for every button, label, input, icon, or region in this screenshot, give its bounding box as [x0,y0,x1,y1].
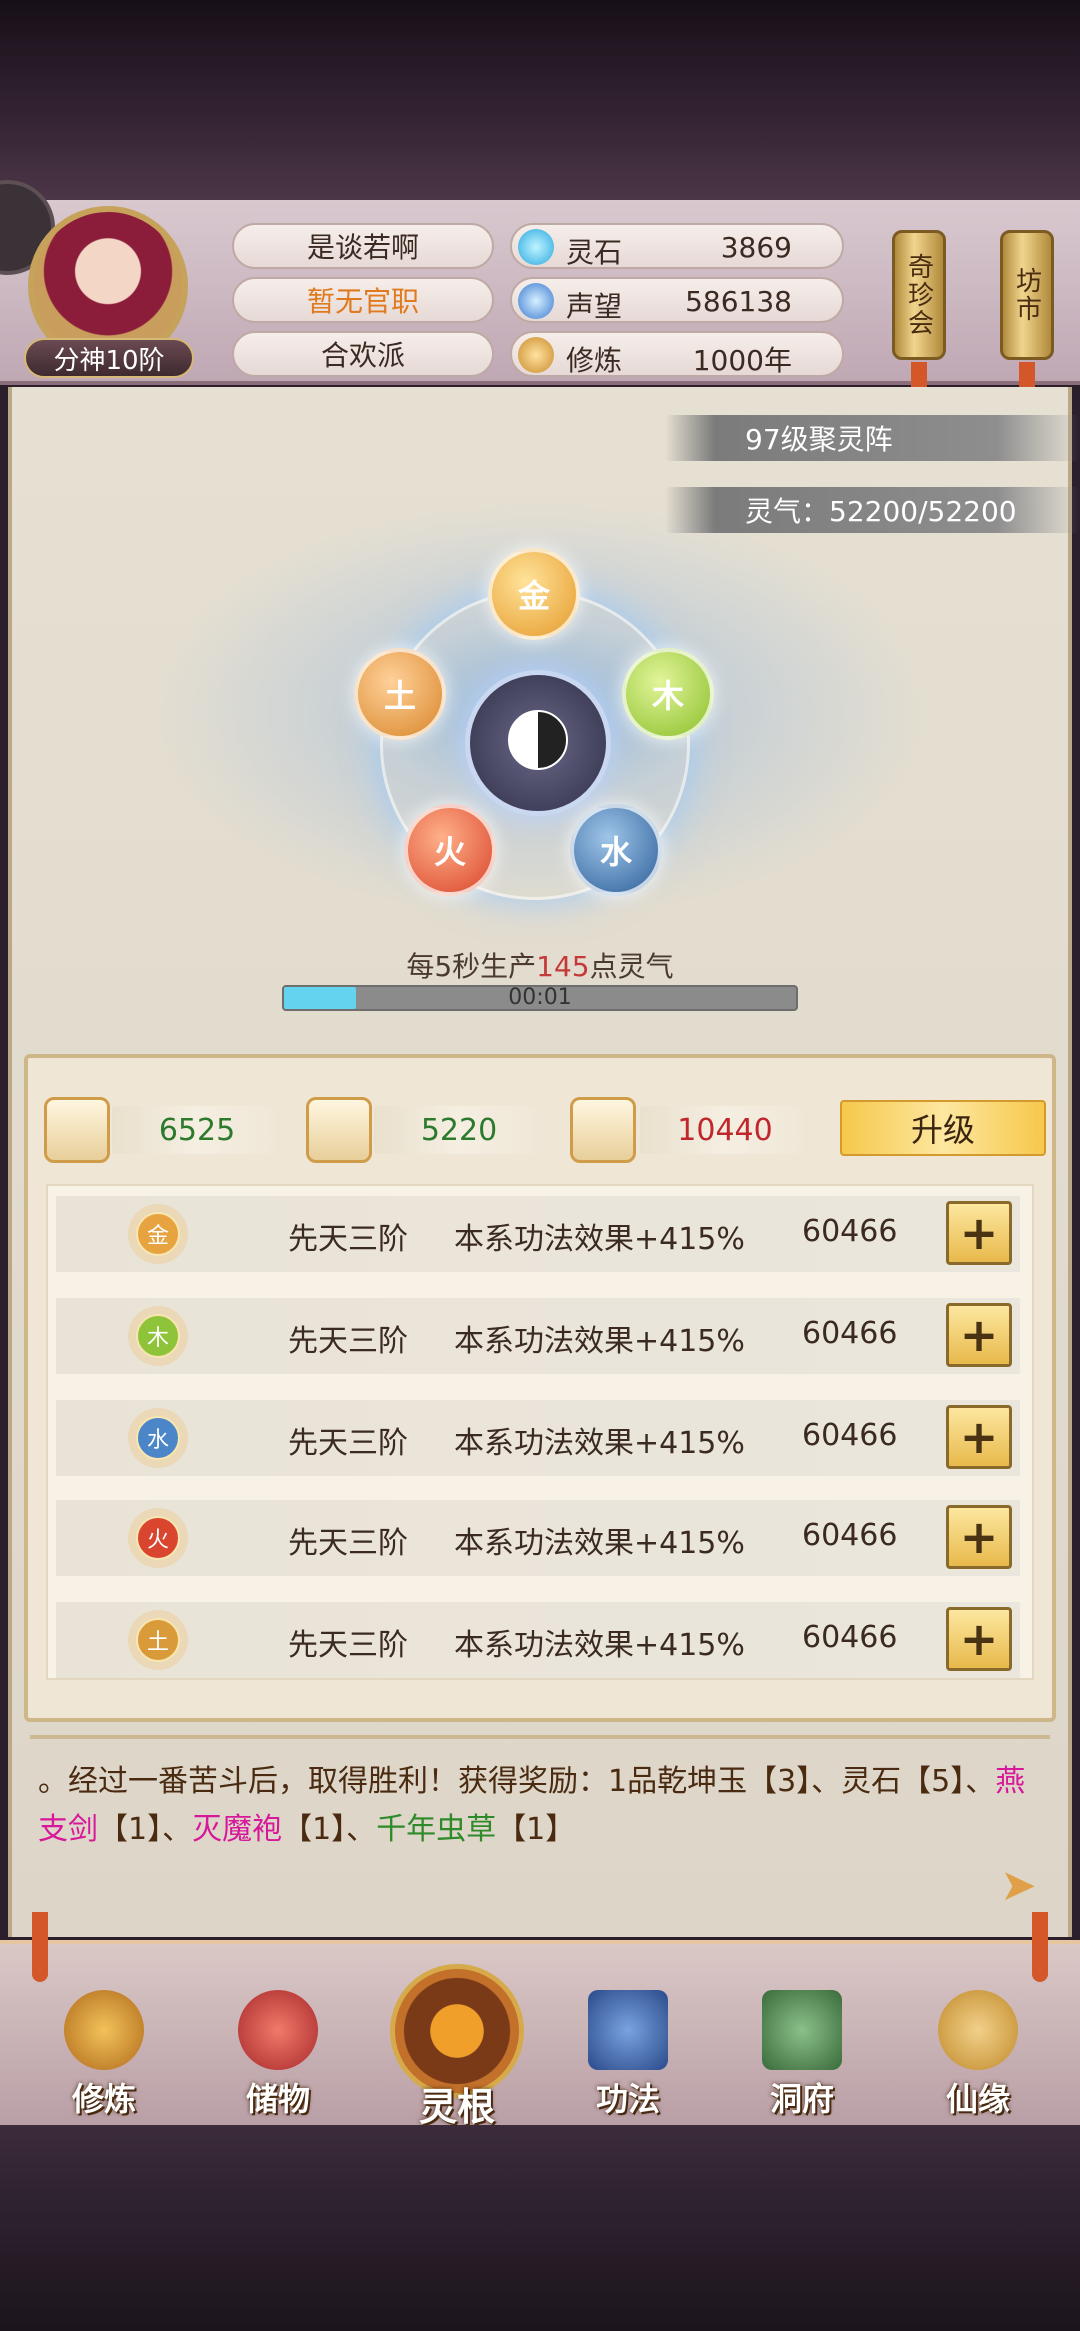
cultivation-icon [518,337,554,373]
herb-icon [570,1097,636,1163]
nav-label: 修炼 [71,2080,136,2118]
log-text-segment: 。经过一番苦斗后，取得胜利！获得奖励：1品乾坤玉【3】、灵石【5】、 [38,1764,996,1799]
fire-element-orb[interactable]: 火 [404,804,496,896]
upgrade-water-button[interactable]: + [946,1405,1012,1469]
nav-storage[interactable]: 储物 [218,1990,338,2120]
earth-element-icon: 土 [136,1618,180,1662]
spirit-root-row-water: 水 先天三阶 本系功法效果+415% 60466 + [56,1400,1020,1476]
root-effect: 本系功法效果+415% [454,1324,745,1359]
nav-label: 功法 [595,2080,660,2118]
treasure-fair-button[interactable]: 奇珍会 [892,230,946,360]
stat-label: 灵石 [566,236,623,269]
nav-label: 仙缘 [945,2080,1010,2118]
root-effect: 本系功法效果+415% [454,1222,745,1257]
stat-spirit-stone: 灵石 3869 [510,223,844,269]
root-cost: 60466 [802,1518,898,1553]
root-grade: 先天三阶 [288,1222,408,1257]
log-item-reward: 灭魔袍 [192,1812,283,1847]
stat-value: 586138 [685,285,792,318]
log-text-segment: 【1】、 [98,1812,193,1847]
root-effect: 本系功法效果+415% [454,1526,745,1561]
gourd-icon [938,1990,1018,2070]
tassel-decoration [1032,1912,1048,1982]
nav-cave[interactable]: 洞府 [742,1990,862,2120]
nav-label: 储物 [245,2080,310,2118]
stat-cultivation: 修炼 1000年 [510,331,844,377]
tassel-decoration [32,1912,48,1982]
formation-level-ribbon: 97级聚灵阵 [665,415,1080,461]
ore-icon [44,1097,110,1163]
market-button[interactable]: 坊市 [1000,230,1054,360]
spirit-root-row-fire: 火 先天三阶 本系功法效果+415% 60466 + [56,1500,1020,1576]
log-expand-arrow-icon[interactable]: ➤ [1000,1860,1050,1911]
water-element-orb[interactable]: 水 [570,804,662,896]
log-text-segment: 【1】、 [282,1812,377,1847]
spirit-stone-icon [518,229,554,265]
fire-element-icon: 火 [136,1516,180,1560]
spirit-root-row-wood: 木 先天三阶 本系功法效果+415% 60466 + [56,1298,1020,1374]
production-rate: 每5秒生产145点灵气 [0,945,1080,985]
upgrade-earth-button[interactable]: + [946,1607,1012,1671]
log-text-segment: 【1】 [496,1812,576,1847]
battle-log: 。经过一番苦斗后，取得胜利！获得奖励：1品乾坤玉【3】、灵石【5】、燕支剑【1】… [38,1758,1048,1854]
upgrade-wood-button[interactable]: + [946,1303,1012,1367]
wood-amount: 5220 [374,1106,544,1154]
gold-element-icon: 金 [136,1212,180,1256]
root-grade: 先天三阶 [288,1426,408,1461]
wood-logs-icon [306,1097,372,1163]
nav-cultivate[interactable]: 修炼 [44,1990,164,2120]
player-sect: 合欢派 [232,331,494,377]
player-office: 暂无官职 [232,277,494,323]
nav-techniques[interactable]: 功法 [568,1990,688,2120]
cultivator-icon [64,1990,144,2070]
root-effect: 本系功法效果+415% [454,1628,745,1663]
stat-label: 声望 [566,290,623,323]
ore-amount: 6525 [112,1106,282,1154]
gold-element-orb[interactable]: 金 [488,548,580,640]
water-element-icon: 水 [136,1416,180,1460]
root-cost: 60466 [802,1214,898,1249]
spirit-root-row-earth: 土 先天三阶 本系功法效果+415% 60466 + [56,1602,1020,1678]
root-grade: 先天三阶 [288,1628,408,1663]
top-background [0,0,1080,200]
stat-value: 3869 [720,231,792,264]
stat-prestige: 声望 586138 [510,277,844,323]
upgrade-button[interactable]: 升级 [840,1100,1046,1156]
upgrade-fire-button[interactable]: + [946,1505,1012,1569]
herb-amount: 10440 [640,1106,810,1154]
production-prefix: 每5秒生产 [406,950,537,983]
cave-dwelling-icon [762,1990,842,2070]
upgrade-gold-button[interactable]: + [946,1201,1012,1265]
taiji-symbol [508,710,568,770]
bottom-background [0,2125,1080,2331]
log-divider [30,1735,1050,1739]
root-cost: 60466 [802,1316,898,1351]
production-suffix: 点灵气 [589,950,674,983]
nav-label: 灵根 [418,2085,495,2129]
earth-element-orb[interactable]: 土 [354,648,446,740]
wood-element-icon: 木 [136,1314,180,1358]
nav-spirit-root[interactable]: 灵根 [382,1964,532,2129]
nav-label: 洞府 [769,2080,834,2118]
stat-value: 1000年 [692,344,792,377]
root-effect: 本系功法效果+415% [454,1426,745,1461]
technique-book-icon [588,1990,668,2070]
production-amount: 145 [536,950,590,983]
production-timer-bar: 00:01 [282,985,798,1011]
stat-label: 修炼 [566,344,623,377]
root-grade: 先天三阶 [288,1526,408,1561]
rank-badge: 分神10阶 [24,338,194,378]
nav-fate[interactable]: 仙缘 [918,1990,1038,2120]
log-item-reward: 千年虫草 [376,1812,497,1847]
root-cost: 60466 [802,1620,898,1655]
spirit-root-row-gold: 金 先天三阶 本系功法效果+415% 60466 + [56,1196,1020,1272]
wood-element-orb[interactable]: 木 [622,648,714,740]
root-grade: 先天三阶 [288,1324,408,1359]
player-name: 是谈若啊 [232,223,494,269]
timer-text: 00:01 [508,985,572,1010]
storage-bag-icon [238,1990,318,2070]
root-cost: 60466 [802,1418,898,1453]
prestige-icon [518,283,554,319]
